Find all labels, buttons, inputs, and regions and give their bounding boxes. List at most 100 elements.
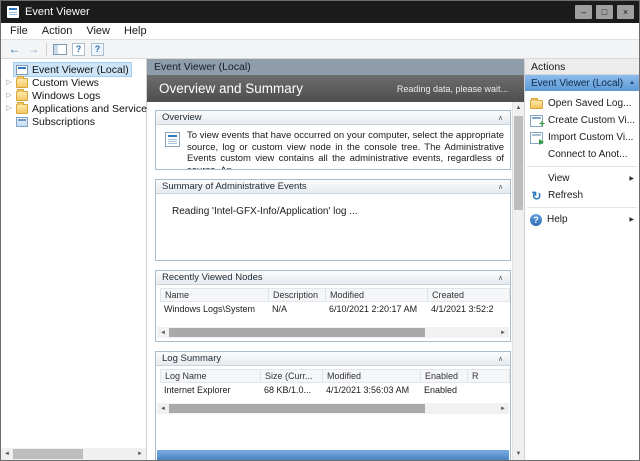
expander-icon[interactable]: ▷ <box>4 102 14 115</box>
column-header-retention[interactable]: R <box>468 370 510 382</box>
recent-nodes-horizontal-scrollbar[interactable]: ◄ ► <box>157 327 509 338</box>
scrollbar-thumb[interactable] <box>169 328 425 337</box>
help-icon: ? <box>530 213 542 226</box>
minimize-button[interactable]: – <box>575 5 592 19</box>
table-row[interactable]: Windows Logs\System N/A 6/10/2021 2:20:1… <box>160 302 510 316</box>
tree-item-custom-views[interactable]: ▷ Custom Views <box>1 75 146 89</box>
event-viewer-window: Event Viewer – □ × File Action View Help… <box>0 0 640 461</box>
action-view[interactable]: View ▶ <box>525 170 639 187</box>
column-header-modified[interactable]: Modified <box>323 370 421 382</box>
help-button[interactable]: ? <box>69 41 88 58</box>
scroll-down-arrow[interactable]: ▼ <box>513 448 524 460</box>
actions-pane: Actions Event Viewer (Local) ▲ Open Save… <box>525 59 639 460</box>
column-header-created[interactable]: Created <box>428 289 510 301</box>
results-pane: Event Viewer (Local) Overview and Summar… <box>147 59 525 460</box>
collapse-button[interactable]: ∧ <box>494 355 507 363</box>
event-log-icon <box>165 132 180 147</box>
expander-icon[interactable]: ▷ <box>4 76 14 89</box>
column-header-log-name[interactable]: Log Name <box>161 370 261 382</box>
overview-section-body: To view events that have occurred on you… <box>156 125 510 169</box>
actions-pane-title: Actions <box>531 60 566 73</box>
column-header-size[interactable]: Size (Curr... <box>261 370 323 382</box>
collapse-button[interactable]: ∧ <box>494 274 507 282</box>
overview-sections: Overview ∧ To view events that have occu… <box>147 102 524 460</box>
create-custom-view-icon <box>530 114 545 129</box>
table-row[interactable]: Internet Explorer 68 KB/1.0... 4/1/2021 … <box>160 383 510 397</box>
menu-view[interactable]: View <box>79 25 117 37</box>
context-help-button[interactable]: ? <box>88 41 107 58</box>
banner-status: Reading data, please wait... <box>396 83 508 94</box>
table-header-row: Name Description Modified Created <box>160 288 510 302</box>
column-header-modified[interactable]: Modified <box>326 289 428 301</box>
action-import-custom-view[interactable]: Import Custom Vi... <box>525 129 639 146</box>
tree-item-content: Windows Logs <box>14 88 102 102</box>
window-title: Event Viewer <box>25 6 90 18</box>
overview-section-header: Overview ∧ <box>156 111 510 125</box>
action-connect-to-another-computer[interactable]: Connect to Anot... <box>525 146 639 163</box>
scroll-right-arrow[interactable]: ► <box>497 403 509 414</box>
forward-button[interactable]: → <box>24 41 43 58</box>
subscriptions-icon <box>16 116 28 127</box>
action-label: Help <box>547 214 568 225</box>
menu-bar: File Action View Help <box>1 23 639 40</box>
tree-item-label: Custom Views <box>32 76 99 89</box>
results-vertical-scrollbar[interactable]: ▲ ▼ <box>512 102 524 460</box>
action-create-custom-view[interactable]: Create Custom Vi... <box>525 112 639 129</box>
action-help[interactable]: ? Help ▶ <box>525 211 639 228</box>
cell-modified: 4/1/2021 3:56:03 AM <box>326 385 410 395</box>
scroll-right-arrow[interactable]: ► <box>134 448 146 460</box>
scrollbar-thumb[interactable] <box>514 116 523 210</box>
column-header-name[interactable]: Name <box>161 289 269 301</box>
collapse-button[interactable]: ∧ <box>494 183 507 191</box>
action-label: Create Custom Vi... <box>548 115 636 126</box>
main-area: Event Viewer (Local) ▷ Custom Views ▷ Wi… <box>1 59 639 460</box>
scroll-left-arrow[interactable]: ◄ <box>1 448 13 460</box>
maximize-button[interactable]: □ <box>596 5 613 19</box>
back-button[interactable]: ← <box>5 41 24 58</box>
tree-item-applications-and-services-logs[interactable]: ▷ Applications and Services Lo <box>1 101 167 115</box>
collapse-arrow-icon: ▲ <box>629 80 635 86</box>
scrollbar-thumb[interactable] <box>13 449 84 459</box>
action-open-saved-log[interactable]: Open Saved Log... <box>525 95 639 112</box>
tree-item-event-viewer-local[interactable]: Event Viewer (Local) <box>1 62 146 77</box>
import-custom-view-icon <box>530 131 544 145</box>
table-header-row: Log Name Size (Curr... Modified Enabled … <box>160 369 510 383</box>
tree-item-windows-logs[interactable]: ▷ Windows Logs <box>1 88 146 102</box>
open-saved-log-icon <box>530 98 543 109</box>
help-icon: ? <box>72 42 85 56</box>
scrollbar-thumb[interactable] <box>169 404 425 413</box>
refresh-icon: ↻ <box>531 188 542 203</box>
column-header-description[interactable]: Description <box>269 289 326 301</box>
scrollbar-track[interactable] <box>13 448 134 460</box>
scrollbar-track[interactable] <box>169 327 497 338</box>
tree-item-subscriptions[interactable]: Subscriptions <box>1 115 146 128</box>
recent-nodes-section: Recently Viewed Nodes ∧ Name Description… <box>155 270 511 342</box>
folder-icon <box>16 101 28 114</box>
recent-nodes-table: Name Description Modified Created Window… <box>156 285 510 316</box>
log-summary-table: Log Name Size (Curr... Modified Enabled … <box>156 366 510 397</box>
expander-icon[interactable]: ▷ <box>4 89 14 102</box>
recent-nodes-section-header: Recently Viewed Nodes ∧ <box>156 271 510 285</box>
scrollbar-track[interactable] <box>169 403 497 414</box>
action-refresh[interactable]: ↻ Refresh <box>525 187 639 204</box>
close-button[interactable]: × <box>617 5 634 19</box>
show-console-tree-button[interactable] <box>50 41 69 58</box>
partial-visible-row[interactable] <box>157 450 509 460</box>
collapse-button[interactable]: ∧ <box>494 114 507 122</box>
title-bar: Event Viewer – □ × <box>1 1 639 23</box>
tree-horizontal-scrollbar[interactable]: ◄ ► <box>1 448 146 460</box>
scroll-left-arrow[interactable]: ◄ <box>157 327 169 338</box>
submenu-arrow-icon: ▶ <box>629 176 634 182</box>
menu-help[interactable]: Help <box>117 25 154 37</box>
scrollbar-track[interactable] <box>513 114 524 448</box>
column-header-enabled[interactable]: Enabled <box>421 370 468 382</box>
banner-title: Overview and Summary <box>159 81 304 96</box>
actions-group-event-viewer-local[interactable]: Event Viewer (Local) ▲ <box>525 75 639 91</box>
log-summary-horizontal-scrollbar[interactable]: ◄ ► <box>157 403 509 414</box>
menu-action[interactable]: Action <box>35 25 80 37</box>
scroll-right-arrow[interactable]: ► <box>497 327 509 338</box>
section-title: Recently Viewed Nodes <box>162 272 263 283</box>
scroll-up-arrow[interactable]: ▲ <box>513 102 524 114</box>
menu-file[interactable]: File <box>3 25 35 37</box>
scroll-left-arrow[interactable]: ◄ <box>157 403 169 414</box>
